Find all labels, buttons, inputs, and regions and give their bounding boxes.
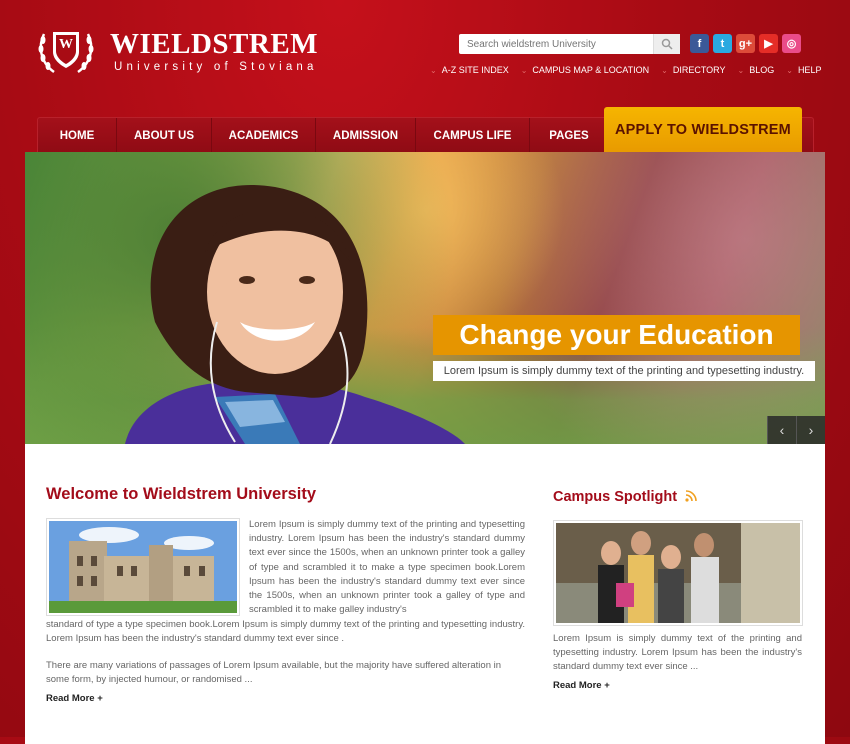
hero-slider: Change your Education Lorem Ipsum is sim… xyxy=(25,152,825,444)
link-campus-map[interactable]: ⌄ CAMPUS MAP & LOCATION xyxy=(521,65,649,75)
site-subtitle: University of Stoviana xyxy=(114,61,318,73)
crest-letter: W xyxy=(59,37,73,52)
chevron-down-icon: ⌄ xyxy=(786,65,793,75)
content-area: Welcome to Wieldstrem University Lorem I… xyxy=(25,444,825,744)
nav-about-us[interactable]: ABOUT US xyxy=(117,118,212,154)
link-help[interactable]: ⌄ HELP xyxy=(786,65,821,75)
welcome-text-2: There are many variations of passages of… xyxy=(46,660,502,686)
twitter-icon[interactable]: t xyxy=(713,34,732,53)
nav-campus-life[interactable]: CAMPUS LIFE xyxy=(416,118,530,154)
link-directory[interactable]: ⌄ DIRECTORY xyxy=(661,65,725,75)
search-box xyxy=(459,34,680,54)
welcome-text: Lorem Ipsum is simply dummy text of the … xyxy=(249,519,525,616)
chevron-down-icon: ⌄ xyxy=(520,65,528,75)
spotlight-text: Lorem Ipsum is simply dummy text of the … xyxy=(553,633,802,673)
link-blog[interactable]: ⌄ BLOG xyxy=(738,65,775,75)
nav-admission[interactable]: ADMISSION xyxy=(316,118,416,154)
nav-pages[interactable]: PAGES xyxy=(530,118,609,154)
welcome-read-more-link[interactable]: Read More + xyxy=(46,693,103,704)
search-button[interactable] xyxy=(653,34,680,54)
welcome-text-continued: standard of type a type specimen book.Lo… xyxy=(46,619,525,645)
spotlight-read-more-link[interactable]: Read More + xyxy=(553,680,610,691)
nav-academics[interactable]: ACADEMICS xyxy=(212,118,316,154)
slide-photo xyxy=(125,184,465,444)
crest-icon: W xyxy=(36,24,96,78)
slider-next-button[interactable]: › xyxy=(796,416,825,444)
slider-prev-button[interactable]: ‹ xyxy=(767,416,796,444)
search-input[interactable] xyxy=(459,34,653,54)
spotlight-heading: Campus Spotlight xyxy=(553,489,697,505)
utility-nav: ⌄ A-Z SITE INDEX ⌄ CAMPUS MAP & LOCATION ⌄… xyxy=(430,65,833,75)
chevron-down-icon: ⌄ xyxy=(737,65,745,75)
site-title: WIELDSTREM xyxy=(110,28,319,60)
social-links: f t g+ ▶ ◎ xyxy=(690,34,801,53)
dribbble-icon[interactable]: ◎ xyxy=(782,34,801,53)
slide-title: Change your Education xyxy=(433,315,800,355)
slider-arrows: ‹ › xyxy=(767,416,825,444)
students-image xyxy=(553,520,803,626)
apply-button[interactable]: APPLY TO WIELDSTREM xyxy=(604,107,802,153)
chevron-down-icon: ⌄ xyxy=(661,65,668,75)
youtube-icon[interactable]: ▶ xyxy=(759,34,778,53)
search-icon xyxy=(661,38,673,50)
googleplus-icon[interactable]: g+ xyxy=(736,34,755,53)
link-az-index[interactable]: ⌄ A-Z SITE INDEX xyxy=(430,65,509,75)
facebook-icon[interactable]: f xyxy=(690,34,709,53)
rss-icon[interactable] xyxy=(685,489,697,505)
logo[interactable]: W WIELDSTREM University of Stoviana xyxy=(36,24,318,78)
welcome-heading: Welcome to Wieldstrem University xyxy=(46,485,317,503)
chevron-down-icon: ⌄ xyxy=(430,65,437,75)
slide-caption: Lorem Ipsum is simply dummy text of the … xyxy=(433,361,815,381)
nav-home[interactable]: HOME xyxy=(38,118,117,154)
campus-building-image xyxy=(46,518,240,616)
